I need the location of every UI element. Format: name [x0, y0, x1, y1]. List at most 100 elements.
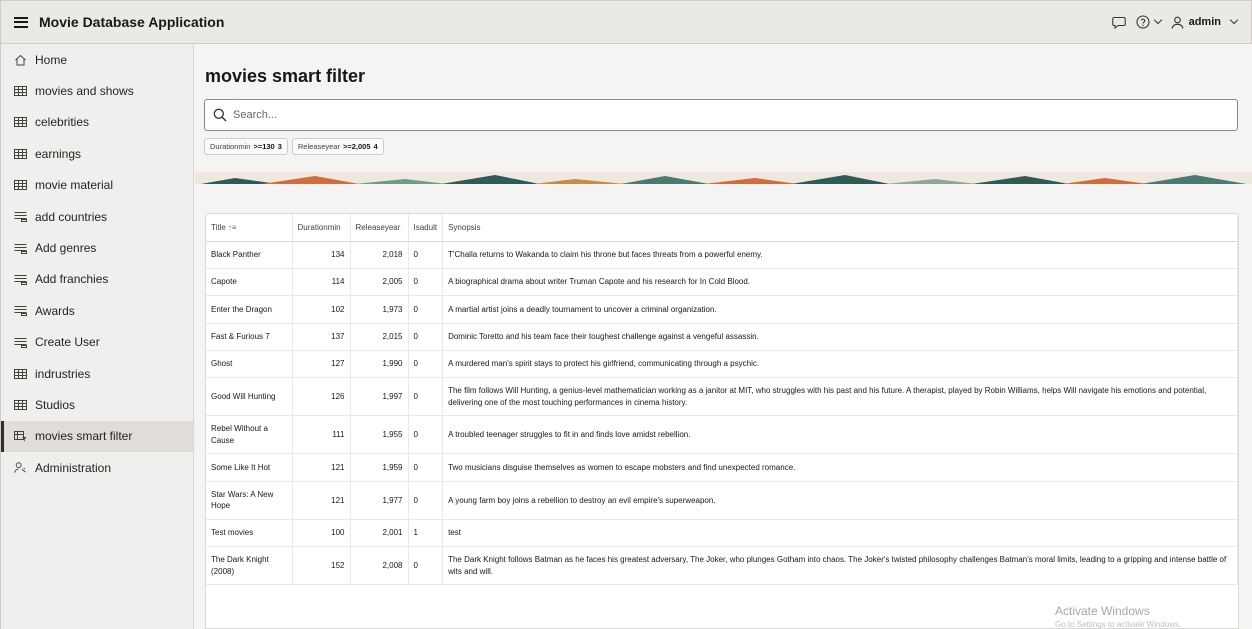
cell-synopsis: A murdered man's spirit stays to protect… [442, 350, 1238, 379]
table-row[interactable]: The Dark Knight (2008) 152 2,008 0 The Dark … [206, 546, 1238, 586]
admin-icon [14, 462, 27, 474]
cell-title: Enter the Dragon [206, 295, 293, 324]
cell-isadult: 0 [408, 453, 444, 482]
cell-synopsis: A troubled teenager struggles to fit in … [442, 415, 1238, 455]
cell-durationmin: 137 [292, 323, 351, 352]
sidebar-item-movies-and-shows[interactable]: movies and shows [1, 75, 193, 106]
cell-synopsis: Dominic Toretto and his team face their … [442, 323, 1238, 352]
user-icon [1171, 16, 1184, 29]
chevron-down-icon [1229, 15, 1239, 25]
cell-releaseyear: 1,997 [350, 377, 409, 417]
cell-releaseyear: 1,955 [350, 415, 409, 455]
column-header-synopsis[interactable]: Synopsis [442, 214, 1238, 242]
column-header-releaseyear[interactable]: Releaseyear [350, 214, 409, 242]
column-header-isadult[interactable]: Isadult [408, 214, 444, 242]
main-content: movies smart filter Durationmin >=130 3 … [195, 44, 1252, 629]
table-icon [14, 399, 27, 411]
table-row[interactable]: Capote 114 2,005 0 A biographical drama abou… [206, 268, 1238, 297]
cell-isadult: 0 [408, 546, 444, 586]
search-input[interactable] [233, 109, 1133, 121]
column-header-durationmin[interactable]: Durationmin [292, 214, 351, 242]
sidebar-item-add-countries[interactable]: add countries [1, 201, 193, 232]
cell-synopsis: The Dark Knight follows Batman as he fac… [442, 546, 1238, 586]
cell-releaseyear: 1,973 [350, 295, 409, 324]
cell-releaseyear: 1,959 [350, 453, 409, 482]
cell-isadult: 0 [408, 415, 444, 455]
cell-durationmin: 100 [292, 519, 351, 548]
cell-durationmin: 114 [292, 268, 351, 297]
chip-label: Releaseyear [297, 142, 340, 151]
chip-value: >=130 [253, 142, 275, 151]
menu-toggle-button[interactable] [3, 1, 39, 43]
sidebar-item-label: Administration [35, 460, 112, 475]
sidebar-item-add-franchies[interactable]: Add franchies [1, 264, 193, 295]
chevron-down-icon [1153, 15, 1162, 25]
sidebar-item-label: Home [35, 52, 68, 67]
cell-title: Good Will Hunting [206, 377, 293, 417]
table-row[interactable]: Enter the Dragon 102 1,973 0 A martial artis… [206, 295, 1238, 324]
sort-ascending-icon: ↑≡ [227, 222, 237, 232]
sidebar-item-studios[interactable]: Studios [1, 389, 193, 420]
cell-isadult: 1 [408, 519, 444, 548]
sidebar-item-movie-material[interactable]: movie material [1, 170, 193, 201]
cell-isadult: 0 [408, 268, 444, 297]
table-row[interactable]: Fast & Furious 7 137 2,015 0 Dominic Toretto… [206, 323, 1238, 352]
table-row[interactable]: Star Wars: A New Hope 121 1,977 0 A young fa… [206, 481, 1238, 520]
user-menu-button[interactable]: admin [1171, 15, 1239, 29]
hamburger-icon [14, 16, 28, 28]
filter-table-icon [14, 430, 27, 442]
filter-chip-durationmin[interactable]: Durationmin >=130 3 [204, 138, 288, 155]
app-header: Movie Database Application admin [0, 0, 1252, 44]
chip-value: >=2,005 [343, 142, 371, 151]
cell-title: Star Wars: A New Hope [206, 481, 293, 520]
sidebar-item-indrustries[interactable]: indrustries [1, 358, 193, 389]
column-header-title[interactable]: Title ↑≡ [206, 214, 293, 242]
cell-title: Some Like It Hot [206, 453, 293, 482]
search-box[interactable] [204, 99, 1238, 131]
cell-synopsis: T'Challa returns to Wakanda to claim his… [442, 241, 1238, 269]
cell-durationmin: 111 [292, 415, 351, 455]
cell-releaseyear: 1,977 [350, 481, 409, 520]
sidebar-item-awards[interactable]: Awards [1, 295, 193, 326]
table-icon [14, 179, 27, 191]
sidebar-item-administration[interactable]: Administration [1, 452, 193, 483]
cell-durationmin: 121 [292, 453, 351, 482]
sidebar-nav: Home movies and shows celebrities earnings m… [0, 44, 194, 629]
cell-isadult: 0 [408, 241, 444, 269]
table-row[interactable]: Some Like It Hot 121 1,959 0 Two musicians d… [206, 453, 1238, 482]
chip-label: Durationmin [210, 142, 251, 151]
cell-synopsis: A martial artist joins a deadly tourname… [442, 295, 1238, 324]
report-region: Title ↑≡ Durationmin Releaseyear Isadult … [205, 213, 1239, 629]
activation-watermark: Activate Windows [1055, 604, 1150, 618]
search-icon [213, 108, 227, 122]
cell-title: Fast & Furious 7 [206, 323, 293, 352]
feedback-button[interactable] [1111, 16, 1126, 29]
table-row[interactable]: Rebel Without a Cause 111 1,955 0 A troubled… [206, 415, 1238, 455]
help-menu-button[interactable] [1136, 15, 1162, 29]
cell-durationmin: 121 [292, 481, 351, 520]
cell-releaseyear: 2,008 [350, 546, 409, 586]
filter-chip-releaseyear[interactable]: Releaseyear >=2,005 4 [291, 138, 384, 155]
sidebar-item-create-user[interactable]: Create User [1, 327, 193, 358]
table-row[interactable]: Test movies 100 2,001 1 test [206, 519, 1238, 548]
sidebar-item-add-genres[interactable]: Add genres [1, 232, 193, 263]
cell-durationmin: 102 [292, 295, 351, 324]
sidebar-item-label: earnings [35, 146, 82, 161]
user-name: admin [1188, 16, 1221, 28]
sidebar-item-earnings[interactable]: earnings [1, 138, 193, 169]
table-row[interactable]: Black Panther 134 2,018 0 T'Challa returns t… [206, 241, 1238, 269]
table-icon [14, 85, 27, 97]
form-icon [14, 242, 27, 254]
app-title[interactable]: Movie Database Application [39, 14, 224, 30]
sidebar-item-label: Add genres [35, 241, 97, 256]
cell-durationmin: 152 [292, 546, 351, 586]
table-row[interactable]: Ghost 127 1,990 0 A murdered man's spirit st… [206, 350, 1238, 379]
sidebar-item-label: movie material [35, 178, 114, 193]
sidebar-item-celebrities[interactable]: celebrities [1, 107, 193, 138]
sidebar-item-home[interactable]: Home [1, 44, 193, 75]
cell-durationmin: 127 [292, 350, 351, 379]
table-row[interactable]: Good Will Hunting 126 1,997 0 The film follo… [206, 377, 1238, 417]
cell-isadult: 0 [408, 377, 444, 417]
sidebar-item-movies-smart-filter[interactable]: movies smart filter [1, 420, 193, 453]
cell-releaseyear: 2,005 [350, 268, 409, 297]
